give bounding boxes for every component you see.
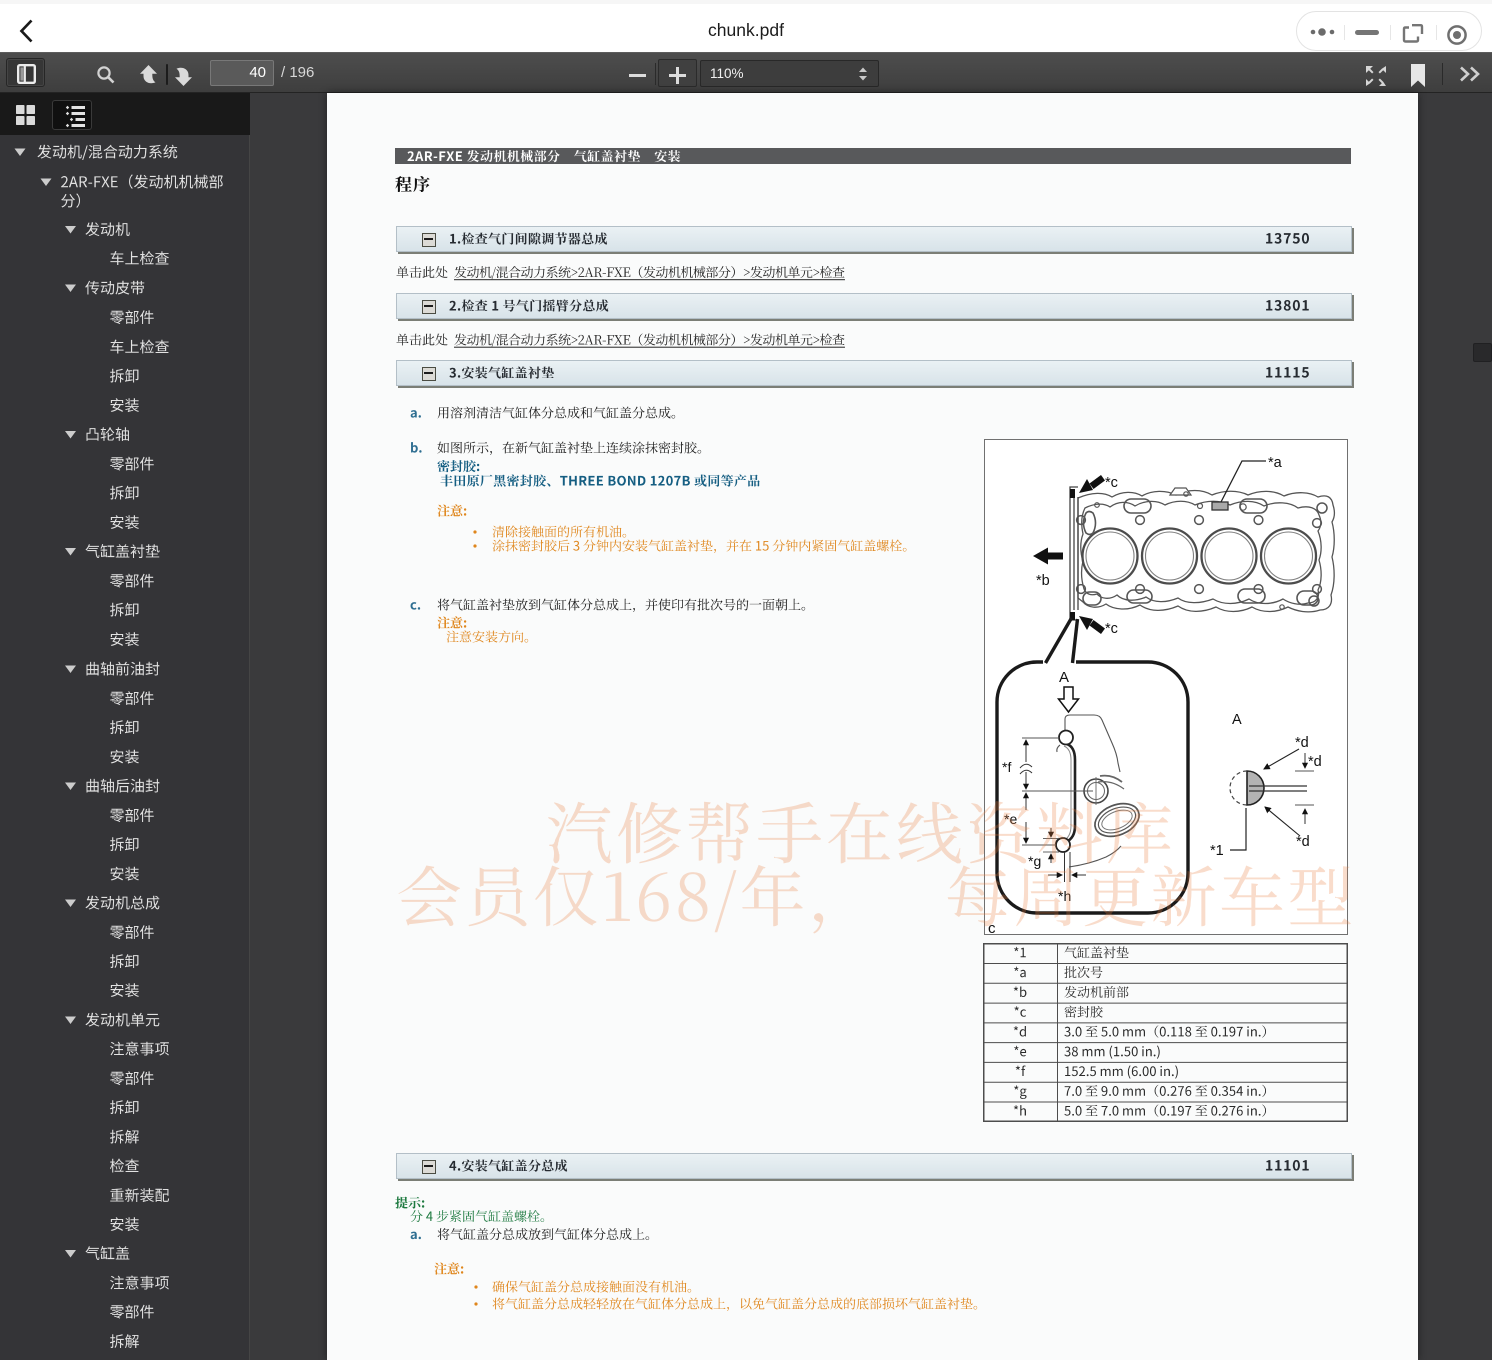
svg-text:*1: *1 xyxy=(1210,843,1224,859)
svg-text:*g: *g xyxy=(1028,853,1041,869)
svg-text:*b: *b xyxy=(1036,573,1050,589)
svg-text:A: A xyxy=(1059,669,1069,686)
svg-text:*d: *d xyxy=(1296,834,1310,850)
svg-text:*d: *d xyxy=(1295,735,1309,751)
svg-text:*f: *f xyxy=(1002,759,1011,775)
svg-text:*c: *c xyxy=(1105,621,1118,637)
svg-text:*a: *a xyxy=(1268,455,1283,471)
svg-text:A: A xyxy=(1232,712,1242,728)
svg-text:*d: *d xyxy=(1308,754,1322,770)
svg-text:*c: *c xyxy=(1105,475,1118,491)
